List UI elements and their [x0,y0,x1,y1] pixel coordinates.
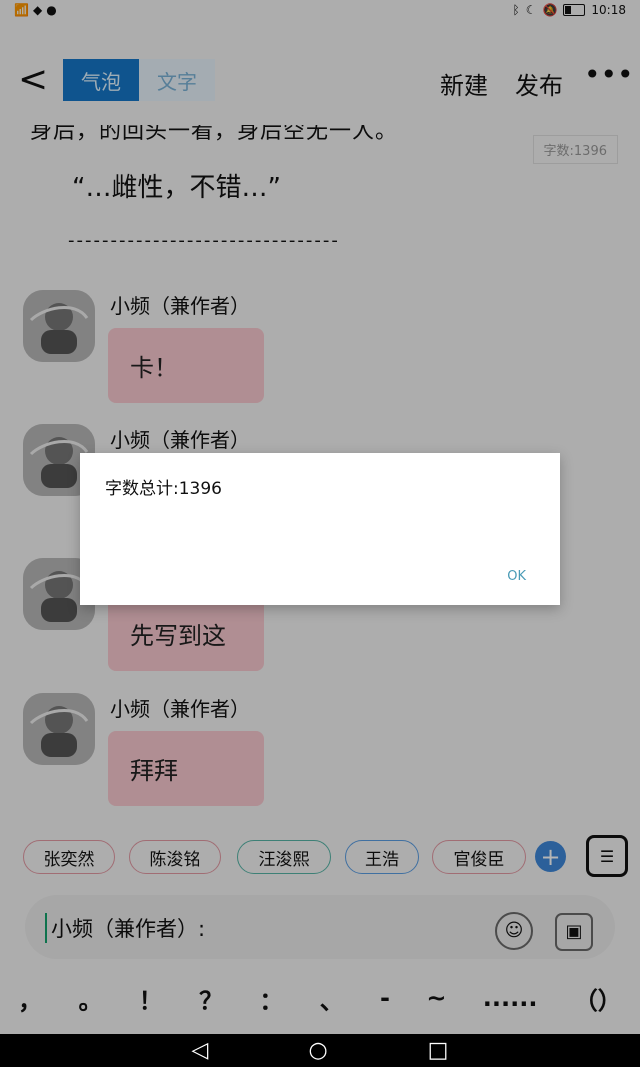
system-nav-bar: ◁ ○ □ [0,1034,640,1067]
home-circle-icon[interactable]: ○ [308,1038,327,1063]
back-triangle-icon[interactable]: ◁ [192,1038,209,1063]
wordcount-dialog: 字数总计:1396 OK [80,453,560,605]
dialog-message: 字数总计:1396 [105,479,222,499]
recents-square-icon[interactable]: □ [428,1038,449,1063]
ok-button[interactable]: OK [507,569,526,584]
